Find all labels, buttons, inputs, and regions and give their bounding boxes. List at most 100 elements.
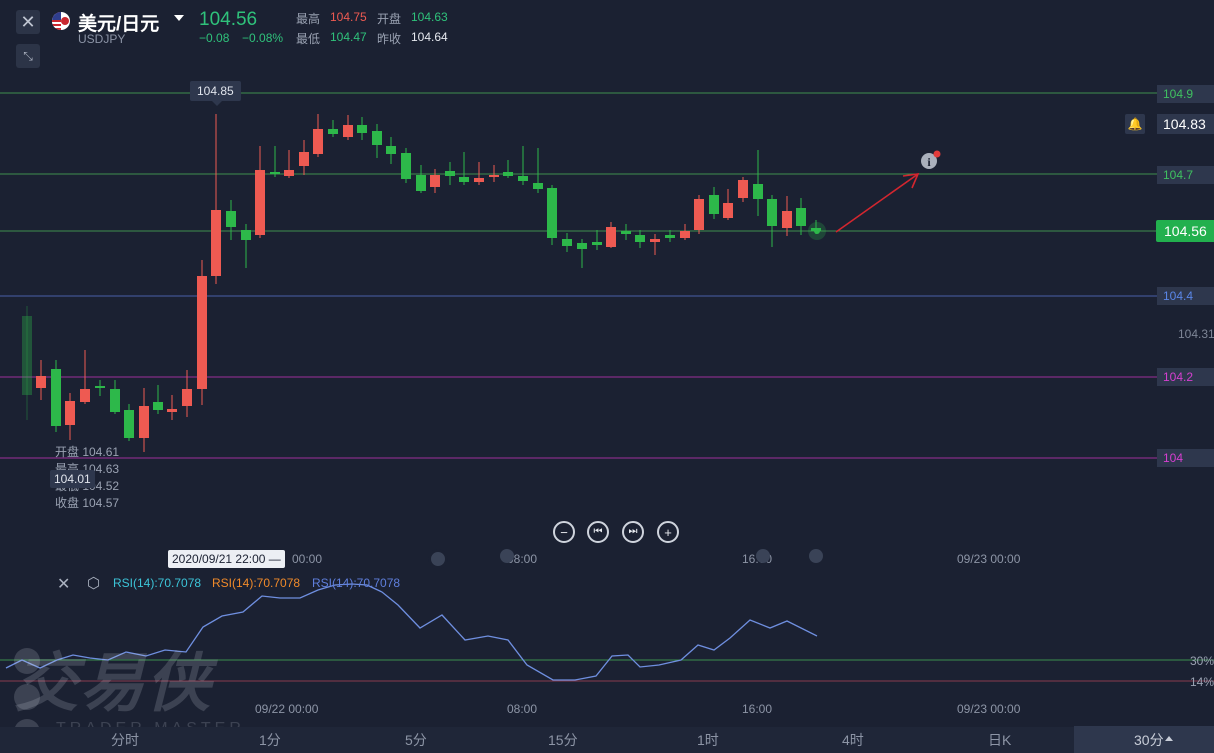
bottom-time-label: 16:00 <box>742 702 773 716</box>
candle-body <box>796 208 806 226</box>
candle-body <box>416 175 426 191</box>
candle-body <box>22 316 32 395</box>
crosshair-time: 2020/09/21 22:00 — <box>168 550 285 568</box>
scroll-start-button[interactable]: ⏮ <box>587 521 609 543</box>
tab-timeshare[interactable]: 分时 <box>111 730 139 750</box>
candle-body <box>680 231 690 238</box>
rsi-level-label: 14% <box>1190 675 1214 689</box>
pen-icon[interactable] <box>14 684 40 710</box>
candle-body <box>124 410 134 438</box>
tab-30min[interactable]: 30分 <box>1134 730 1164 750</box>
candle-body <box>723 203 733 218</box>
skip-forward-icon: ⏭ <box>628 526 638 537</box>
price-tag-magenta1: 104.2 <box>1157 368 1214 386</box>
candle-body <box>110 389 120 412</box>
candle-body <box>459 177 469 182</box>
candle-body <box>51 369 61 426</box>
candle-body <box>95 386 105 388</box>
candle-body <box>153 402 163 410</box>
candle-body <box>284 170 294 176</box>
chevron-up-icon[interactable] <box>1165 736 1173 741</box>
zoom-out-button[interactable]: − <box>553 521 575 543</box>
price-axis-label: 104.31 <box>1178 327 1214 341</box>
candle-body <box>372 131 382 145</box>
tab-5min[interactable]: 5分 <box>405 730 427 750</box>
ohlc-open: 开盘 104.61 <box>55 445 120 459</box>
tab-15min[interactable]: 15分 <box>548 730 578 750</box>
candle-body <box>226 211 236 227</box>
current-price-tag: 104.56 <box>1156 220 1214 242</box>
candle-body <box>357 125 367 133</box>
scroll-end-button[interactable]: ⏭ <box>622 521 644 543</box>
ohlc-close: 收盘 104.57 <box>55 496 120 510</box>
candle-body <box>738 180 748 198</box>
candle-body <box>255 170 265 235</box>
candle-body <box>139 406 149 438</box>
zoom-in-button[interactable]: + <box>657 521 679 543</box>
plus-icon: + <box>664 524 672 540</box>
candle-body <box>474 178 484 182</box>
tab-daily[interactable]: 日K <box>988 730 1011 750</box>
candle-body <box>211 210 221 276</box>
bottom-time-label: 09/22 00:00 <box>255 702 319 716</box>
candle-body <box>182 389 192 406</box>
candle-body <box>343 125 353 137</box>
event-marker[interactable] <box>428 549 448 569</box>
bottom-time-label: 09/23 00:00 <box>957 702 1021 716</box>
tab-4hour[interactable]: 4时 <box>842 730 864 750</box>
candle-body <box>503 172 513 176</box>
peak-label: 104.85 <box>190 81 241 101</box>
time-label: 09/23 00:00 <box>957 552 1021 566</box>
rsi-level-label: 30% <box>1190 654 1214 668</box>
candle-body <box>445 171 455 176</box>
candle-body <box>197 276 207 389</box>
candle-body <box>167 409 177 412</box>
candle-body <box>270 172 280 174</box>
drawing-tool-icon[interactable] <box>14 648 40 674</box>
tab-1min[interactable]: 1分 <box>259 730 281 750</box>
minus-icon: − <box>560 524 568 540</box>
bell-icon[interactable]: 🔔 <box>1125 114 1145 134</box>
candle-body <box>533 183 543 189</box>
rsi-label-2: RSI(14):70.7078 <box>212 576 301 590</box>
candle-body <box>767 199 777 226</box>
price-tag-magenta2: 104 <box>1157 449 1214 467</box>
bottom-time-label: 08:00 <box>507 702 538 716</box>
candle-body <box>562 239 572 246</box>
candle-body <box>313 129 323 154</box>
candle-body <box>65 401 75 425</box>
candle-body <box>299 152 309 166</box>
period-tab-bar <box>0 727 1214 753</box>
event-marker[interactable] <box>500 549 514 563</box>
candle-body <box>401 153 411 179</box>
close-indicator-icon[interactable]: ✕ <box>57 574 70 594</box>
candle-body <box>621 231 631 234</box>
candle-body <box>635 235 645 242</box>
time-label: 00:00 <box>292 552 323 566</box>
event-marker[interactable] <box>756 549 770 563</box>
settings-icon[interactable]: ⬡ <box>87 574 100 592</box>
skip-back-icon: ⏮ <box>593 526 603 537</box>
alert-dot <box>933 150 941 158</box>
candle-body <box>386 146 396 154</box>
candle-body <box>577 243 587 249</box>
candle-body <box>430 175 440 187</box>
candle-body <box>753 184 763 199</box>
trend-arrow-line <box>835 173 919 233</box>
candle-body <box>665 235 675 238</box>
candle-body <box>518 176 528 181</box>
candle-body <box>694 199 704 230</box>
candle-body <box>36 376 46 388</box>
candle-body <box>489 175 499 177</box>
tab-1hour[interactable]: 1时 <box>697 730 719 750</box>
rsi-label-1: RSI(14):70.7078 <box>113 576 202 590</box>
price-tag-upper: 104.7 <box>1157 166 1214 184</box>
watermark-logo-cn: 交易侠 <box>14 647 212 719</box>
low-price-label: 104.01 <box>50 470 95 488</box>
candle-body <box>782 211 792 228</box>
event-marker[interactable] <box>809 549 823 563</box>
candle-body <box>709 195 719 214</box>
rsi-label-3: RSI(14):70.7078 <box>312 576 401 590</box>
candle-body <box>606 227 616 247</box>
price-tag-blue: 104.4 <box>1157 287 1214 305</box>
